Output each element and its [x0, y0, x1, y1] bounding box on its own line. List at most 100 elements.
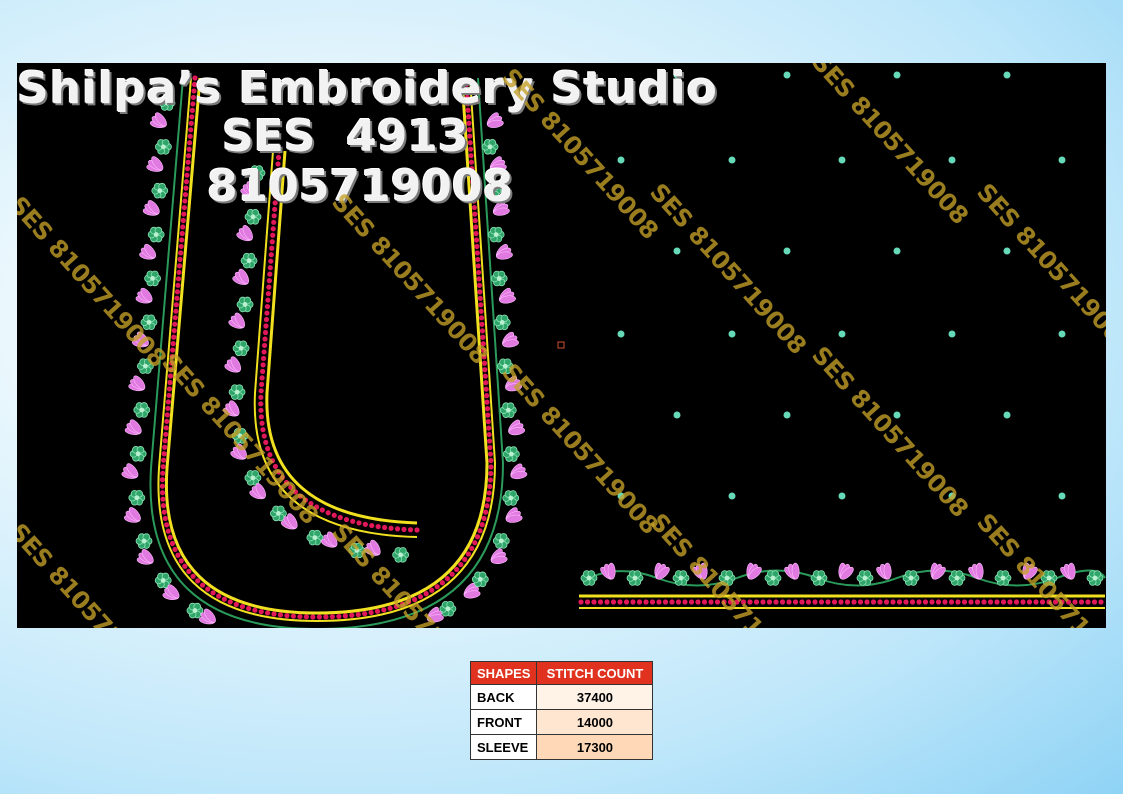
bead [779, 599, 786, 605]
bead [362, 611, 368, 617]
bead [183, 185, 189, 191]
bead [260, 355, 267, 362]
leaf-motif [495, 244, 513, 260]
bead [175, 282, 181, 288]
bead [163, 431, 169, 437]
bead [482, 373, 488, 379]
bead [342, 613, 348, 619]
bead [381, 607, 387, 613]
bead [266, 278, 272, 284]
bead [481, 515, 487, 522]
bead [423, 591, 429, 597]
leaf-motif [136, 549, 154, 565]
bead [682, 599, 688, 605]
shape-cell: FRONT [469, 709, 538, 735]
sleeve-dot-motif [838, 492, 846, 500]
bead [167, 534, 173, 540]
sleeve-dot-motif [1058, 330, 1066, 338]
bead [303, 614, 309, 620]
bead [662, 599, 669, 605]
bead [1013, 599, 1020, 605]
bead [458, 561, 464, 568]
bead [479, 328, 486, 334]
bead [439, 580, 445, 586]
bead [267, 271, 273, 277]
flower-motif [487, 226, 505, 243]
bead [189, 114, 195, 120]
bead [994, 599, 1000, 605]
bead [162, 438, 168, 444]
bead [838, 599, 844, 605]
bead [368, 609, 374, 616]
bead [381, 524, 388, 531]
bead [649, 599, 656, 605]
leaf-motif [135, 287, 153, 304]
leaf-motif [224, 356, 242, 373]
bead [477, 289, 483, 295]
bead [1026, 599, 1033, 605]
flower-motif [128, 489, 146, 506]
stitch-count-cell: 14000 [536, 709, 654, 735]
bead [429, 587, 435, 593]
flower-motif [471, 571, 489, 588]
flower-motif [481, 139, 499, 155]
bead [165, 528, 171, 534]
bead [159, 490, 166, 496]
leaf-motif [232, 268, 249, 285]
bead [929, 599, 935, 605]
bead [258, 414, 264, 420]
leaf-motif [142, 200, 160, 216]
bead [487, 483, 493, 490]
leaf-motif [124, 419, 142, 435]
bead [177, 256, 183, 262]
leaf-motif [146, 156, 164, 172]
bead [478, 308, 484, 314]
bead [864, 599, 870, 605]
bead [890, 599, 896, 605]
bead [252, 607, 258, 613]
table-header-row: SHAPES STITCH COUNT [469, 661, 654, 685]
bead [183, 179, 190, 185]
sleeve-dot-motif [1058, 156, 1066, 164]
bead [160, 470, 166, 476]
bead [261, 349, 267, 355]
bead [186, 568, 192, 575]
bead [259, 375, 265, 381]
flower-motif [232, 340, 250, 357]
bead [165, 399, 172, 405]
sleeve-dot-motif [1003, 411, 1011, 419]
bead [1020, 599, 1026, 605]
bead [166, 392, 172, 399]
bead [246, 605, 252, 612]
bead [182, 563, 188, 569]
bead [483, 509, 489, 515]
bead [264, 303, 271, 310]
bead [968, 599, 974, 605]
leaf-motif [499, 287, 516, 304]
bead [479, 321, 485, 327]
studio-name: Shilpa’s Embroidery Studio [17, 63, 718, 114]
bead [1085, 599, 1091, 605]
bead [454, 566, 460, 573]
bead [675, 599, 682, 605]
flower-motif [392, 547, 410, 563]
bead [669, 599, 675, 605]
bead [184, 172, 190, 178]
bead [187, 140, 193, 146]
bead [753, 599, 760, 605]
sleeve-dot-motif [728, 156, 736, 164]
bead [172, 546, 178, 553]
bead [264, 310, 270, 316]
bead [178, 558, 184, 564]
bead [261, 433, 267, 439]
flower-motif [493, 314, 511, 331]
bead [851, 599, 857, 605]
bead [475, 263, 481, 269]
table-row: FRONT 14000 [469, 709, 654, 735]
bead [812, 599, 818, 605]
bead [262, 329, 269, 336]
bead [195, 578, 201, 584]
bead [210, 590, 216, 596]
bead [163, 425, 169, 431]
bead [961, 599, 968, 605]
